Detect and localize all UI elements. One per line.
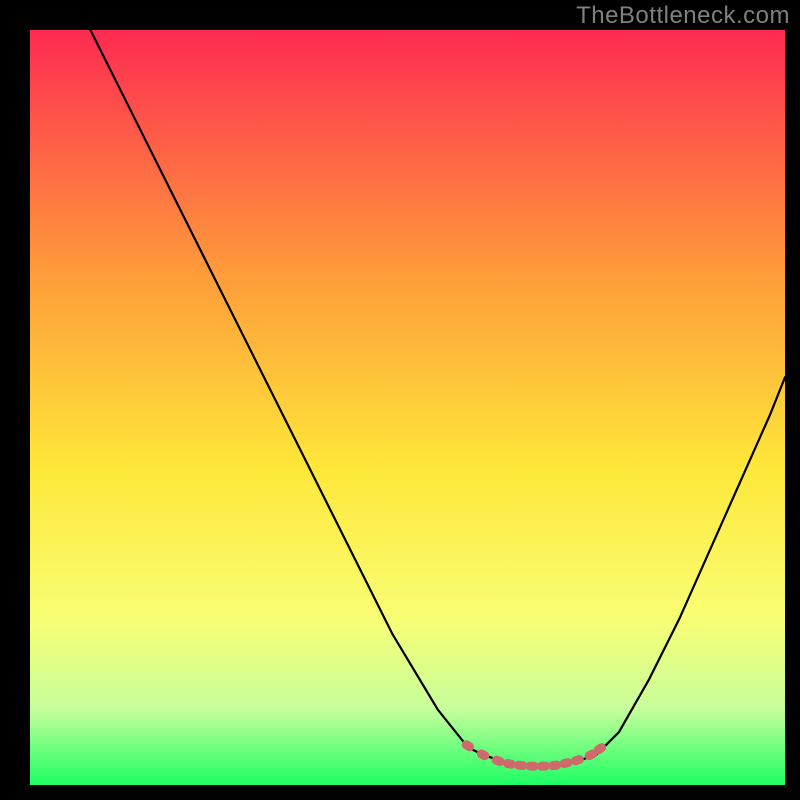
valley-marker	[537, 761, 550, 770]
chart-svg	[30, 30, 785, 785]
watermark-text: TheBottleneck.com	[576, 2, 790, 30]
valley-marker	[525, 761, 538, 770]
plot-area	[30, 30, 785, 785]
chart-frame: TheBottleneck.com	[0, 0, 800, 800]
gradient-background	[30, 30, 785, 785]
